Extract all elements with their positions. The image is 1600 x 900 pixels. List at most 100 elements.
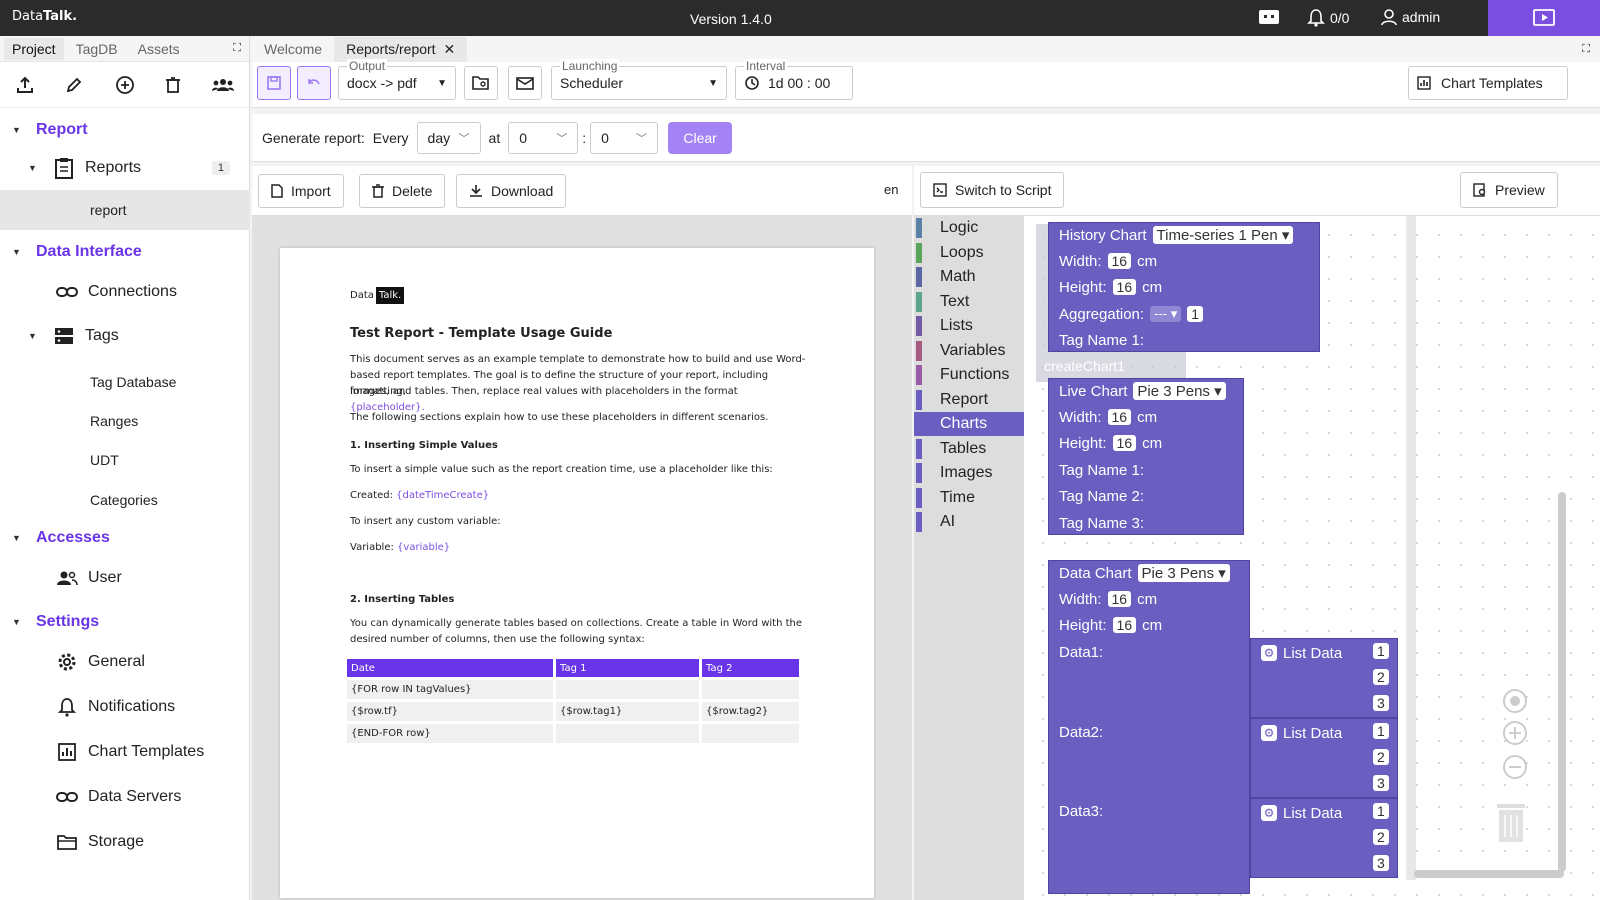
tree-categories[interactable]: Categories: [0, 480, 250, 520]
list-item-3[interactable]: 3: [1373, 775, 1389, 791]
blockly-workspace[interactable]: Logic Loops Math Text Lists Variables Function…: [914, 216, 1600, 900]
save-button[interactable]: [257, 66, 291, 100]
toolbox-category-tables[interactable]: Tables: [914, 437, 1024, 461]
toolbox-category-time[interactable]: Time: [914, 486, 1024, 510]
language-toggle[interactable]: en: [884, 182, 898, 197]
width-input[interactable]: 16: [1107, 591, 1132, 607]
horizontal-scrollbar[interactable]: [1414, 870, 1564, 878]
tree-notifications[interactable]: Notifications: [0, 687, 250, 727]
tab-assets[interactable]: Assets: [130, 38, 188, 60]
aggregation-count[interactable]: 1: [1187, 306, 1204, 322]
tab-welcome[interactable]: Welcome: [252, 37, 334, 61]
maximize-icon[interactable]: ⛶: [233, 42, 241, 55]
data-chart-block[interactable]: Data Chart Pie 3 Pens ▾ Width: 16 cm Height…: [1048, 560, 1250, 894]
toolbox-category-math[interactable]: Math: [914, 265, 1024, 289]
period-select[interactable]: day ﹀: [416, 121, 481, 154]
minute-select[interactable]: 0 ﹀: [590, 121, 659, 154]
width-input[interactable]: 16: [1107, 253, 1132, 269]
list-data-block[interactable]: ⚙ List Data 1 2 3: [1250, 638, 1398, 718]
upload-icon[interactable]: [15, 75, 35, 95]
gear-icon[interactable]: ⚙: [1261, 725, 1277, 741]
tree-udt[interactable]: UDT: [0, 440, 250, 480]
tree-ranges[interactable]: Ranges: [0, 401, 250, 441]
height-input[interactable]: 16: [1112, 279, 1137, 295]
gear-icon[interactable]: ⚙: [1261, 805, 1277, 821]
history-type-dropdown[interactable]: Time-series 1 Pen ▾: [1152, 226, 1294, 244]
data-type-dropdown[interactable]: Pie 3 Pens ▾: [1137, 564, 1230, 582]
tree-report-item[interactable]: report: [0, 190, 250, 230]
toolbox-category-variables[interactable]: Variables: [914, 339, 1024, 363]
vertical-scrollbar-thumb[interactable]: [1558, 492, 1566, 872]
run-button[interactable]: [1488, 0, 1600, 36]
list-item-3[interactable]: 3: [1373, 695, 1389, 711]
tab-tagdb[interactable]: TagDB: [68, 38, 126, 60]
tree-storage[interactable]: Storage: [0, 822, 250, 862]
trash-icon[interactable]: [164, 75, 182, 95]
tree-tag-database[interactable]: Tag Database: [0, 362, 250, 402]
alerts-button[interactable]: 0/0: [1306, 8, 1349, 28]
edit-icon[interactable]: [64, 75, 84, 95]
tree-data-interface[interactable]: ▼ Data Interface: [0, 232, 250, 272]
tab-reports-report[interactable]: Reports/report ✕: [334, 36, 468, 62]
list-item-2[interactable]: 2: [1373, 749, 1389, 765]
chart-templates-button[interactable]: Chart Templates: [1408, 66, 1568, 100]
live-type-dropdown[interactable]: Pie 3 Pens ▾: [1133, 382, 1226, 400]
tree-reports[interactable]: ▼ Reports 1: [0, 148, 250, 188]
zoom-out-icon[interactable]: [1502, 754, 1528, 780]
chat-icon[interactable]: [1258, 8, 1280, 26]
tree-connections[interactable]: Connections: [0, 272, 250, 312]
toolbox-category-images[interactable]: Images: [914, 461, 1024, 485]
import-button[interactable]: Import: [258, 174, 344, 208]
tree-accesses[interactable]: ▼ Accesses: [0, 518, 250, 558]
preview-button[interactable]: Preview: [1460, 172, 1558, 208]
height-input[interactable]: 16: [1112, 617, 1137, 633]
hour-select[interactable]: 0 ﹀: [508, 121, 579, 154]
group-icon[interactable]: [211, 75, 235, 95]
add-icon[interactable]: [113, 74, 135, 96]
list-data-block[interactable]: ⚙ List Data 1 2 3: [1250, 798, 1398, 878]
tree-settings[interactable]: ▼ Settings: [0, 602, 250, 642]
launching-select[interactable]: Launching Scheduler ▼: [551, 59, 727, 100]
tree-chart-templates[interactable]: Chart Templates: [0, 732, 250, 772]
toolbox-category-logic[interactable]: Logic: [914, 216, 1024, 240]
tree-data-servers[interactable]: Data Servers: [0, 777, 250, 817]
tab-project[interactable]: Project: [4, 37, 64, 60]
history-chart-block[interactable]: History Chart Time-series 1 Pen ▾ Width: 1…: [1048, 222, 1320, 352]
list-item-1[interactable]: 1: [1373, 723, 1389, 739]
list-item-1[interactable]: 1: [1373, 803, 1389, 819]
width-input[interactable]: 16: [1107, 409, 1132, 425]
toolbox-category-ai[interactable]: AI: [914, 510, 1024, 534]
tree-tags[interactable]: ▼ Tags: [0, 316, 250, 356]
center-icon[interactable]: [1502, 688, 1528, 714]
email-button[interactable]: [508, 66, 542, 100]
interval-field[interactable]: Interval 1d 00 : 00: [735, 59, 853, 100]
output-select[interactable]: Output docx -> pdf ▼: [338, 59, 456, 100]
list-item-1[interactable]: 1: [1373, 643, 1389, 659]
close-icon[interactable]: ✕: [443, 41, 455, 57]
undo-button[interactable]: [297, 66, 331, 100]
toolbox-category-text[interactable]: Text: [914, 290, 1024, 314]
clear-button[interactable]: Clear: [668, 121, 733, 154]
user-menu[interactable]: admin: [1380, 8, 1440, 26]
toolbox-category-lists[interactable]: Lists: [914, 314, 1024, 338]
list-item-3[interactable]: 3: [1373, 855, 1389, 871]
delete-button[interactable]: Delete: [359, 174, 446, 208]
vertical-scrollbar[interactable]: [1406, 216, 1416, 880]
trash-can-icon[interactable]: [1494, 802, 1528, 844]
tree-general[interactable]: General: [0, 642, 250, 682]
live-chart-block[interactable]: Live Chart Pie 3 Pens ▾ Width: 16 cm Height…: [1048, 378, 1244, 535]
open-folder-button[interactable]: [464, 66, 498, 100]
maximize-icon[interactable]: ⛶: [1582, 43, 1590, 56]
height-input[interactable]: 16: [1112, 435, 1137, 451]
tree-report[interactable]: ▼ Report: [0, 110, 250, 150]
tree-user[interactable]: User: [0, 558, 250, 598]
toolbox-category-charts[interactable]: Charts: [914, 412, 1024, 436]
gear-icon[interactable]: ⚙: [1261, 645, 1277, 661]
aggregation-dropdown[interactable]: --- ▾: [1150, 306, 1182, 322]
toolbox-category-loops[interactable]: Loops: [914, 241, 1024, 265]
list-data-block[interactable]: ⚙ List Data 1 2 3: [1250, 718, 1398, 798]
list-item-2[interactable]: 2: [1373, 669, 1389, 685]
zoom-in-icon[interactable]: [1502, 720, 1528, 746]
list-item-2[interactable]: 2: [1373, 829, 1389, 845]
download-button[interactable]: Download: [456, 174, 567, 208]
